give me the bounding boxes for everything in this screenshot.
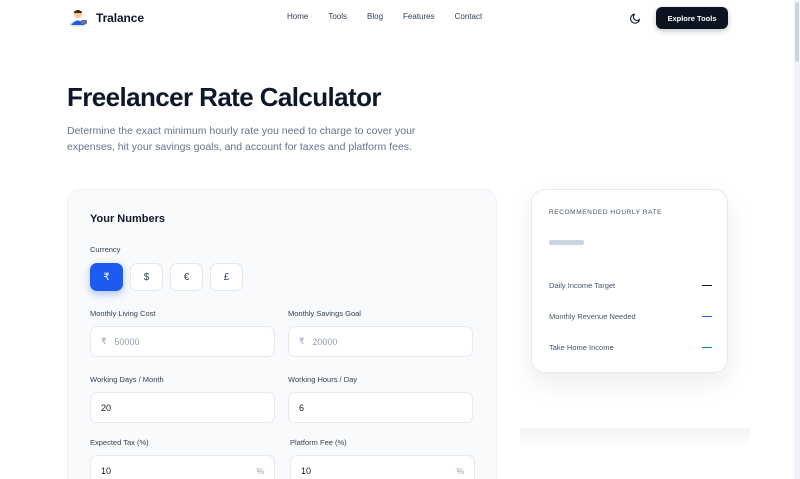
working-days-value: 20 [101, 402, 112, 413]
rupee-prefix: ₹ [299, 336, 305, 346]
card-shadow [520, 428, 750, 448]
monthly-revenue-row: Monthly Revenue Needed — [549, 311, 712, 322]
page-subtitle: Determine the exact minimum hourly rate … [67, 125, 416, 153]
main-nav: Home Tools Blog Features Contact [287, 12, 502, 21]
working-days-input[interactable]: 20 [90, 392, 275, 423]
page-scrollbar[interactable] [794, 0, 800, 479]
currency-gbp-button[interactable]: £ [210, 263, 243, 291]
daily-income-label: Daily Income Target [549, 281, 616, 290]
form-heading: Your Numbers [90, 213, 165, 225]
living-cost-label: Monthly Living Cost [90, 309, 156, 318]
working-hours-label: Working Hours / Day [288, 375, 358, 384]
tax-label: Expected Tax (%) [90, 438, 149, 447]
brand-name: Tralance [96, 11, 144, 25]
take-home-value: — [702, 342, 712, 353]
rate-placeholder-bar [549, 240, 584, 245]
savings-goal-input[interactable]: ₹ 20000 [288, 326, 473, 357]
platform-fee-label: Platform Fee (%) [290, 438, 347, 447]
living-cost-placeholder: 50000 [114, 336, 140, 347]
scrollbar-thumb[interactable] [795, 2, 799, 62]
currency-inr-button[interactable]: ₹ [90, 263, 123, 291]
your-numbers-card: Your Numbers Currency ₹ $ € £ Monthly Li… [67, 189, 497, 479]
nav-blog[interactable]: Blog [367, 12, 383, 21]
savings-goal-label: Monthly Savings Goal [288, 309, 361, 318]
percent-suffix: % [256, 465, 264, 476]
daily-income-value: — [702, 280, 712, 291]
tax-input[interactable]: 10 % [90, 455, 275, 479]
nav-contact[interactable]: Contact [455, 12, 483, 21]
explore-tools-button[interactable]: Explore Tools [656, 7, 728, 29]
page: Tralance Home Tools Blog Features Contac… [0, 0, 800, 479]
savings-goal-placeholder: 20000 [312, 336, 338, 347]
nav-home[interactable]: Home [287, 12, 308, 21]
result-card: RECOMMENDED HOURLY RATE Daily Income Tar… [531, 189, 728, 373]
rupee-prefix: ₹ [101, 336, 107, 346]
currency-usd-button[interactable]: $ [130, 263, 163, 291]
working-days-label: Working Days / Month [90, 375, 164, 384]
nav-features[interactable]: Features [403, 12, 435, 21]
result-label: RECOMMENDED HOURLY RATE [549, 209, 663, 216]
brand-logo[interactable]: Tralance [67, 7, 144, 29]
moon-icon[interactable] [629, 11, 643, 25]
site-header: Tralance Home Tools Blog Features Contac… [0, 0, 800, 38]
take-home-row: Take Home Income — [549, 342, 712, 353]
currency-eur-button[interactable]: € [170, 263, 203, 291]
take-home-label: Take Home Income [549, 343, 614, 352]
monthly-revenue-label: Monthly Revenue Needed [549, 312, 636, 321]
daily-income-row: Daily Income Target — [549, 280, 712, 291]
avatar-logo-icon [67, 7, 89, 29]
platform-fee-value: 10 [301, 465, 312, 476]
working-hours-input[interactable]: 6 [288, 392, 473, 423]
living-cost-input[interactable]: ₹ 50000 [90, 326, 275, 357]
monthly-revenue-value: — [702, 311, 712, 322]
working-hours-value: 6 [299, 402, 305, 413]
tax-value: 10 [101, 465, 112, 476]
platform-fee-input[interactable]: 10 % [290, 455, 475, 479]
percent-suffix: % [456, 465, 464, 476]
page-title: Freelancer Rate Calculator [67, 82, 381, 112]
nav-tools[interactable]: Tools [328, 12, 347, 21]
currency-label: Currency [90, 245, 121, 254]
